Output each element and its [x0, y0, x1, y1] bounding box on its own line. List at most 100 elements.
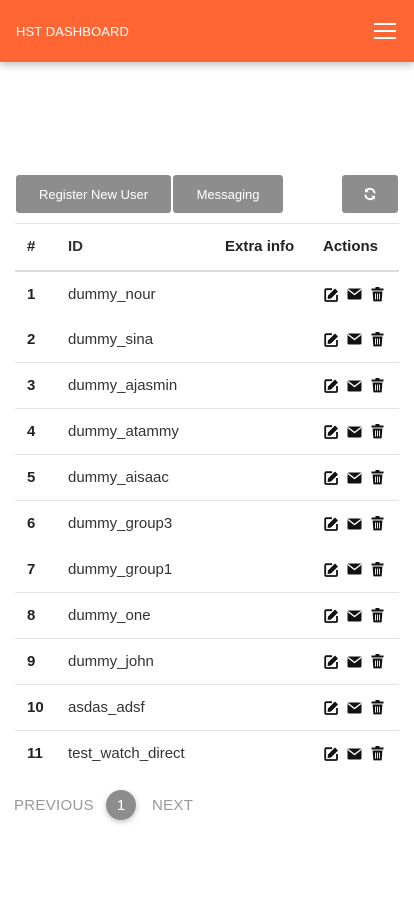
trash-icon[interactable] [369, 470, 386, 486]
table-row[interactable]: 6 dummy_group3 [15, 500, 399, 547]
row-actions [313, 684, 399, 731]
table-row[interactable]: 4 dummy_atammy [15, 408, 399, 455]
trash-icon[interactable] [369, 424, 386, 440]
envelope-icon[interactable] [346, 378, 363, 394]
row-number: 10 [15, 684, 56, 731]
trash-icon[interactable] [369, 654, 386, 670]
extra-info [213, 500, 313, 547]
envelope-icon[interactable] [346, 746, 363, 762]
edit-icon[interactable] [323, 700, 340, 716]
row-number: 5 [15, 454, 56, 501]
messaging-button[interactable]: Messaging [173, 175, 283, 213]
extra-info [213, 317, 313, 363]
envelope-icon[interactable] [346, 470, 363, 486]
extra-info [213, 271, 313, 317]
extra-info [213, 638, 313, 685]
trash-icon[interactable] [369, 746, 386, 762]
extra-info [213, 592, 313, 639]
extra-info [213, 684, 313, 731]
edit-icon[interactable] [323, 378, 340, 394]
row-actions [313, 730, 399, 777]
current-page-number[interactable]: 1 [106, 790, 136, 820]
envelope-icon[interactable] [346, 286, 363, 302]
app-title[interactable]: HST DASHBOARD [16, 24, 129, 39]
row-actions [313, 500, 399, 547]
top-navbar: HST DASHBOARD [0, 0, 414, 62]
envelope-icon[interactable] [346, 424, 363, 440]
refresh-button[interactable] [342, 175, 398, 213]
user-id: asdas_adsf [56, 684, 213, 731]
user-id: dummy_john [56, 638, 213, 685]
table-row[interactable]: 7 dummy_group1 [15, 547, 399, 593]
column-header-number: # [15, 223, 56, 272]
row-actions [313, 271, 399, 317]
envelope-icon[interactable] [346, 700, 363, 716]
extra-info [213, 454, 313, 501]
envelope-icon[interactable] [346, 654, 363, 670]
row-actions [313, 547, 399, 593]
column-header-actions: Actions [313, 223, 399, 272]
user-id: dummy_group1 [68, 560, 173, 578]
previous-page-button[interactable]: PREVIOUS [14, 797, 94, 814]
user-id: test_watch_direct [56, 730, 213, 777]
user-id: dummy_ajasmin [56, 362, 213, 409]
table-row[interactable]: 3 dummy_ajasmin [15, 362, 399, 409]
trash-icon[interactable] [369, 700, 386, 716]
row-actions [313, 454, 399, 501]
envelope-icon[interactable] [346, 561, 363, 577]
envelope-icon[interactable] [346, 608, 363, 624]
table-row[interactable]: 1 dummy_nour [15, 271, 399, 317]
edit-icon[interactable] [323, 654, 340, 670]
user-id: dummy_aisaac [56, 454, 213, 501]
toolbar: Register New User Messaging [16, 175, 398, 213]
user-id: dummy_sina [68, 330, 154, 348]
edit-icon[interactable] [323, 561, 340, 577]
row-number: 11 [15, 730, 56, 777]
user-id: dummy_group3 [56, 500, 213, 547]
extra-info [213, 408, 313, 455]
row-number: 3 [15, 362, 56, 409]
row-number: 2 [27, 330, 36, 348]
row-number: 9 [15, 638, 56, 685]
row-actions [313, 317, 399, 363]
extra-info [213, 547, 313, 593]
envelope-icon[interactable] [346, 331, 363, 347]
extra-info [213, 730, 313, 777]
edit-icon[interactable] [323, 331, 340, 347]
row-actions [313, 408, 399, 455]
row-number: 6 [15, 500, 56, 547]
edit-icon[interactable] [323, 470, 340, 486]
extra-info [213, 362, 313, 409]
register-new-user-button[interactable]: Register New User [16, 175, 171, 213]
next-page-button[interactable]: NEXT [152, 797, 193, 814]
table-row[interactable]: 5 dummy_aisaac [15, 454, 399, 501]
edit-icon[interactable] [323, 516, 340, 532]
table-row[interactable]: 2 dummy_sina [15, 317, 399, 363]
users-table: # ID Extra info Actions 1 dummy_nour 2 dumm… [15, 223, 399, 777]
envelope-icon[interactable] [346, 516, 363, 532]
table-row[interactable]: 10 asdas_adsf [15, 684, 399, 731]
trash-icon[interactable] [369, 516, 386, 532]
row-number: 7 [27, 560, 36, 578]
column-header-id: ID [56, 223, 213, 272]
pagination: PREVIOUS 1 NEXT [14, 790, 214, 820]
column-header-extra-info: Extra info [213, 223, 313, 272]
row-number: 1 [27, 285, 36, 303]
edit-icon[interactable] [323, 608, 340, 624]
table-row[interactable]: 11 test_watch_direct [15, 730, 399, 777]
table-row[interactable]: 9 dummy_john [15, 638, 399, 685]
row-number: 4 [15, 408, 56, 455]
edit-icon[interactable] [323, 746, 340, 762]
trash-icon[interactable] [369, 608, 386, 624]
hamburger-menu-icon[interactable] [374, 22, 396, 40]
edit-icon[interactable] [323, 424, 340, 440]
trash-icon[interactable] [369, 561, 386, 577]
user-id: dummy_atammy [56, 408, 213, 455]
trash-icon[interactable] [369, 331, 386, 347]
row-actions [313, 592, 399, 639]
edit-icon[interactable] [323, 286, 340, 302]
user-id: dummy_nour [68, 285, 156, 303]
table-row[interactable]: 8 dummy_one [15, 592, 399, 639]
trash-icon[interactable] [369, 286, 386, 302]
trash-icon[interactable] [369, 378, 386, 394]
